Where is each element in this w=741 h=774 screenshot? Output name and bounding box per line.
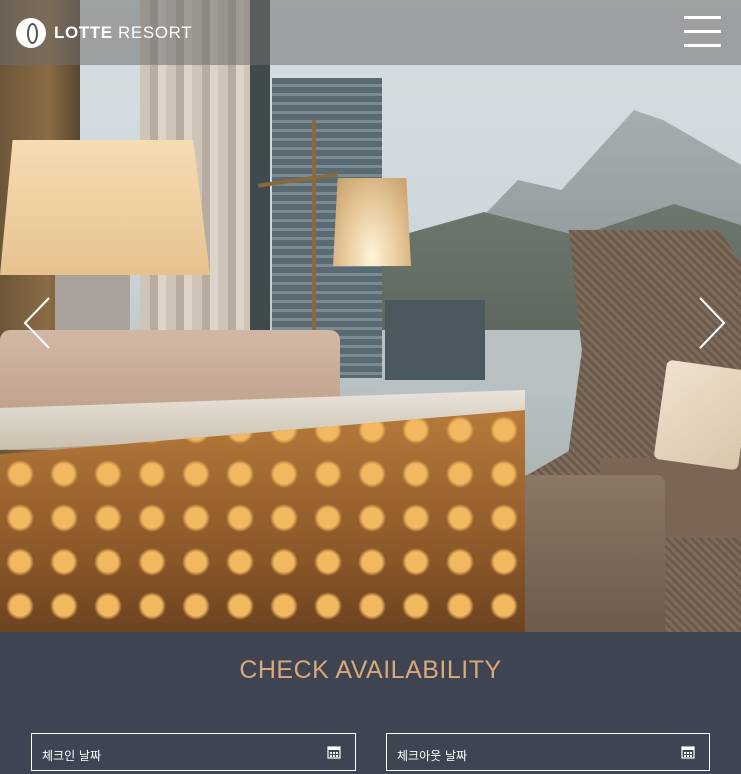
hero-ottoman bbox=[520, 475, 665, 632]
menu-bar bbox=[684, 30, 721, 33]
carousel-prev-button[interactable] bbox=[22, 296, 52, 350]
checkin-label: 체크인 날짜 bbox=[42, 749, 102, 763]
hero-table-lamp-shade bbox=[0, 140, 210, 275]
chevron-left-icon bbox=[23, 297, 50, 349]
carousel-next-button[interactable] bbox=[697, 296, 727, 350]
logo-text: LOTTE RESORT bbox=[54, 23, 192, 43]
page: LOTTE RESORT CHECK AVAILABILITY 체크인 날짜 체… bbox=[0, 0, 741, 774]
logo-regular: RESORT bbox=[118, 23, 193, 42]
hamburger-menu-icon[interactable] bbox=[684, 16, 722, 49]
calendar-icon bbox=[681, 746, 695, 759]
lotte-logo-icon bbox=[16, 18, 46, 48]
logo[interactable]: LOTTE RESORT bbox=[16, 18, 192, 48]
menu-bar bbox=[684, 44, 721, 47]
chevron-right-icon bbox=[699, 297, 726, 349]
menu-bar bbox=[684, 16, 721, 19]
hero-floor-lamp-shade bbox=[333, 178, 411, 266]
hero-pillow bbox=[653, 359, 741, 471]
logo-bold: LOTTE bbox=[54, 23, 113, 42]
checkout-date-field[interactable]: 체크아웃 날짜 bbox=[386, 733, 710, 771]
calendar-icon bbox=[327, 746, 341, 759]
hero-building bbox=[385, 300, 485, 380]
header-bar: LOTTE RESORT bbox=[0, 0, 741, 65]
checkout-label: 체크아웃 날짜 bbox=[397, 749, 468, 763]
hero-image bbox=[0, 0, 741, 632]
hero-table-lamp-base bbox=[55, 275, 130, 335]
checkin-date-field[interactable]: 체크인 날짜 bbox=[31, 733, 356, 771]
availability-title: CHECK AVAILABILITY bbox=[239, 656, 502, 684]
